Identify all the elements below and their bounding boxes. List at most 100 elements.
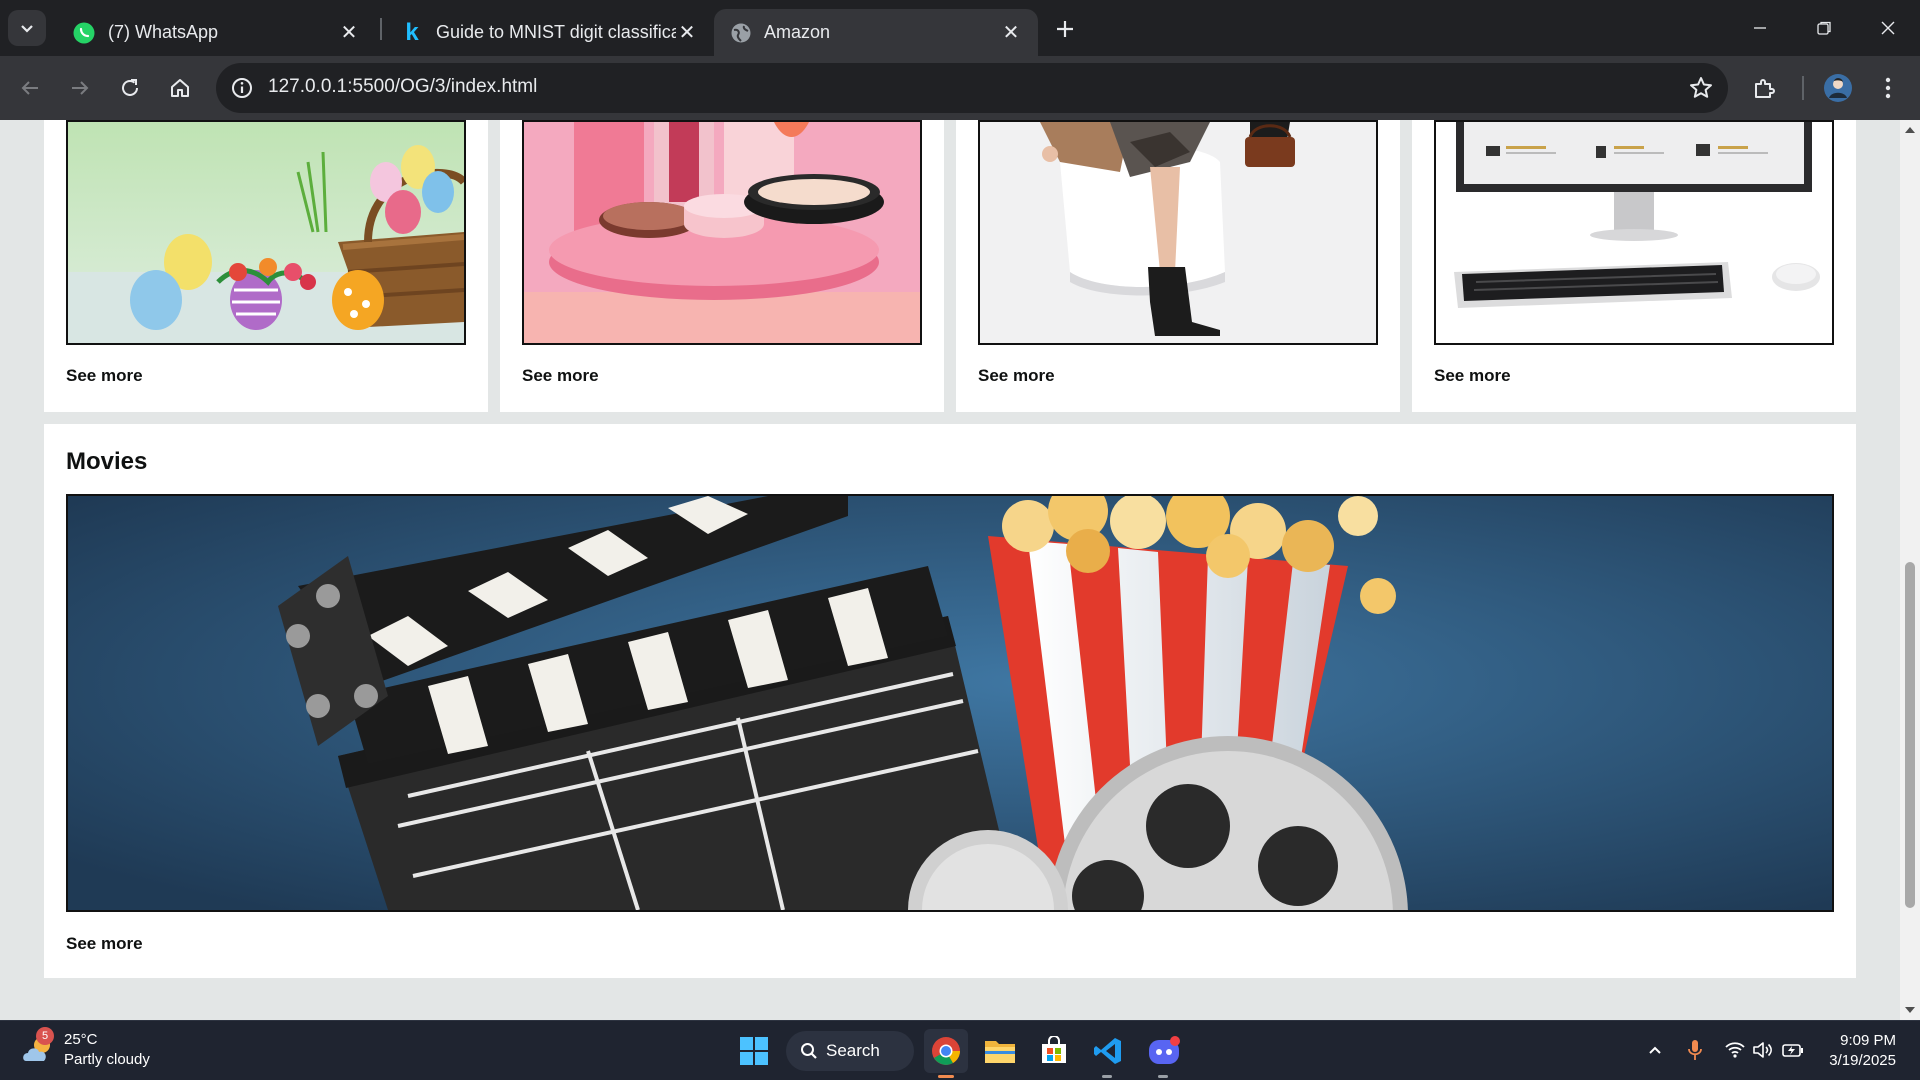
see-more-link[interactable]: See more xyxy=(978,366,1055,386)
see-more-link[interactable]: See more xyxy=(1434,366,1511,386)
scrollbar-thumb[interactable] xyxy=(1905,562,1915,908)
whatsapp-icon xyxy=(73,22,95,43)
site-info-icon[interactable] xyxy=(230,76,254,100)
home-button[interactable] xyxy=(160,68,200,108)
taskbar-search[interactable]: Search xyxy=(786,1031,914,1071)
speaker-icon xyxy=(1753,1042,1772,1058)
clock-date: 3/19/2025 xyxy=(1829,1052,1896,1069)
scroll-up-arrow-icon[interactable] xyxy=(1904,124,1916,136)
clock-time: 9:09 PM xyxy=(1840,1032,1896,1049)
microphone-icon xyxy=(1688,1040,1702,1060)
address-bar[interactable]: 127.0.0.1:5500/OG/3/index.html xyxy=(216,63,1728,113)
plus-icon xyxy=(1057,21,1073,37)
taskbar-file-explorer[interactable] xyxy=(978,1029,1022,1073)
weather-condition: Partly cloudy xyxy=(64,1051,150,1068)
search-label: Search xyxy=(826,1041,880,1060)
card-image[interactable] xyxy=(522,120,922,345)
tab-search-button[interactable] xyxy=(8,10,46,46)
desktop-computer-image xyxy=(1436,122,1832,343)
system-clock[interactable]: 9:09 PM 3/19/2025 xyxy=(1829,1031,1896,1071)
start-button[interactable] xyxy=(732,1029,776,1073)
open-app-indicator xyxy=(1102,1075,1112,1078)
see-more-link[interactable]: See more xyxy=(66,366,143,386)
new-tab-button[interactable] xyxy=(1048,12,1082,46)
clapperboard-popcorn-image xyxy=(68,496,1832,910)
category-card: See more xyxy=(44,120,488,412)
profile-button[interactable] xyxy=(1818,68,1858,108)
tab-title: Guide to MNIST digit classificati xyxy=(436,22,676,42)
more-vertical-icon xyxy=(1885,77,1891,99)
taskbar-vscode[interactable] xyxy=(1086,1029,1130,1073)
section-title: Movies xyxy=(66,448,148,475)
battery-charging-icon xyxy=(1782,1044,1803,1057)
url-text[interactable]: 127.0.0.1:5500/OG/3/index.html xyxy=(268,76,537,98)
movies-card: Movies See more xyxy=(44,424,1856,978)
close-icon[interactable]: ✕ xyxy=(676,22,698,44)
open-app-indicator xyxy=(1158,1075,1168,1078)
see-more-link[interactable]: See more xyxy=(522,366,599,386)
forward-button[interactable] xyxy=(60,68,100,108)
windows-icon xyxy=(740,1037,768,1065)
arrow-right-icon xyxy=(72,81,89,95)
menu-button[interactable] xyxy=(1868,68,1908,108)
network-status[interactable] xyxy=(1722,1037,1748,1063)
chevron-up-icon xyxy=(1649,1046,1661,1054)
kaggle-icon: k xyxy=(405,18,419,46)
back-button[interactable] xyxy=(10,68,50,108)
arrow-left-icon xyxy=(21,81,38,95)
extensions-button[interactable] xyxy=(1744,68,1784,108)
fashion-woman-image xyxy=(980,122,1376,343)
toolbar-divider xyxy=(1802,76,1804,100)
card-image[interactable] xyxy=(66,494,1834,912)
home-icon xyxy=(171,79,189,97)
pink-cosmetics-image xyxy=(524,122,920,343)
category-card: See more xyxy=(956,120,1400,412)
reload-button[interactable] xyxy=(110,68,150,108)
restore-icon xyxy=(1817,21,1831,35)
puzzle-icon xyxy=(1755,79,1775,98)
taskbar: 5 25°C Partly cloudy Search 9:09 PM 3/19… xyxy=(0,1020,1920,1080)
card-image[interactable] xyxy=(978,120,1378,345)
show-hidden-icons-button[interactable] xyxy=(1642,1037,1668,1063)
volume-control[interactable] xyxy=(1750,1037,1776,1063)
minimize-button[interactable] xyxy=(1728,0,1792,56)
folder-icon xyxy=(985,1041,1015,1063)
discord-icon xyxy=(1149,1036,1180,1064)
tab-kaggle[interactable]: k Guide to MNIST digit classificati ✕ xyxy=(384,9,714,56)
close-icon[interactable]: ✕ xyxy=(338,22,360,44)
category-card: See more xyxy=(500,120,944,412)
tab-strip: (7) WhatsApp ✕ k Guide to MNIST digit cl… xyxy=(0,0,1920,56)
page-viewport: See more See more See more See more Movi… xyxy=(0,120,1900,1020)
wifi-icon xyxy=(1725,1042,1745,1058)
browser-toolbar: 127.0.0.1:5500/OG/3/index.html xyxy=(0,56,1920,120)
close-icon[interactable]: ✕ xyxy=(1000,22,1022,44)
taskbar-store[interactable] xyxy=(1032,1029,1076,1073)
store-icon xyxy=(1042,1036,1066,1063)
card-image[interactable] xyxy=(1434,120,1834,345)
chrome-icon xyxy=(932,1037,960,1065)
scroll-down-arrow-icon[interactable] xyxy=(1904,1004,1916,1016)
reload-icon xyxy=(122,79,138,96)
active-app-indicator xyxy=(938,1075,954,1078)
weather-badge: 5 xyxy=(36,1027,54,1045)
tab-whatsapp[interactable]: (7) WhatsApp ✕ xyxy=(56,9,376,56)
taskbar-discord[interactable] xyxy=(1142,1029,1186,1073)
battery-status[interactable] xyxy=(1780,1037,1806,1063)
page-scrollbar[interactable] xyxy=(1900,120,1920,1020)
bookmark-star-icon[interactable] xyxy=(1688,75,1714,101)
tab-amazon[interactable]: Amazon ✕ xyxy=(714,9,1038,56)
tab-divider xyxy=(380,18,382,40)
category-card: See more xyxy=(1412,120,1856,412)
see-more-link[interactable]: See more xyxy=(66,934,143,954)
microphone-status[interactable] xyxy=(1682,1037,1708,1063)
tab-title: (7) WhatsApp xyxy=(108,22,219,42)
taskbar-chrome[interactable] xyxy=(924,1029,968,1073)
weather-temp: 25°C xyxy=(64,1031,98,1048)
chevron-down-icon xyxy=(21,25,33,33)
vscode-icon xyxy=(1094,1038,1121,1064)
restore-button[interactable] xyxy=(1792,0,1856,56)
card-image[interactable] xyxy=(66,120,466,345)
globe-icon xyxy=(731,23,751,42)
close-window-button[interactable] xyxy=(1856,0,1920,56)
minimize-icon xyxy=(1754,27,1766,29)
